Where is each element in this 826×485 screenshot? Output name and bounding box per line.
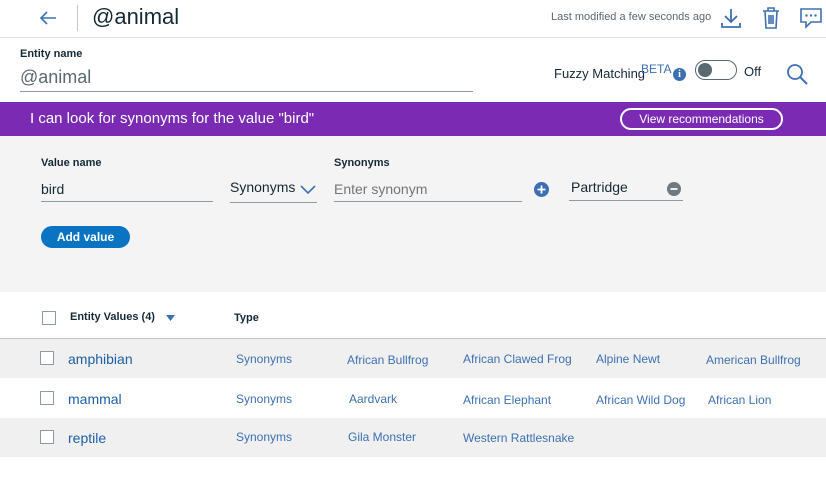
entity-value-type: Synonyms <box>236 430 293 444</box>
download-icon[interactable] <box>718 5 744 31</box>
view-recommendations-button[interactable]: View recommendations <box>620 108 783 130</box>
synonyms-label: Synonyms <box>334 157 390 169</box>
header-divider <box>77 5 78 31</box>
sort-caret-icon[interactable] <box>166 315 175 321</box>
chat-icon[interactable] <box>798 5 824 31</box>
synonym-chip-label: Partridge <box>571 179 628 195</box>
add-value-form: Value name Synonyms Synonyms Partridge A… <box>0 136 826 292</box>
entity-value-type: Synonyms <box>236 352 293 366</box>
entity-values-header[interactable]: Entity Values (4) <box>70 311 155 323</box>
table-header: Entity Values (4) Type <box>0 293 826 339</box>
synonym-value: American Bullfrog <box>706 353 801 367</box>
trash-icon[interactable] <box>758 5 784 31</box>
select-all-checkbox[interactable] <box>42 311 56 325</box>
entity-value-type: Synonyms <box>236 392 293 406</box>
toggle-state-text: Off <box>744 64 762 79</box>
entity-name-label: Entity name <box>20 48 83 60</box>
page-title: @animal <box>92 4 180 29</box>
beta-badge: BETA <box>641 62 672 76</box>
remove-circle-icon[interactable] <box>667 182 681 196</box>
banner-text: I can look for synonyms for the value "b… <box>30 110 315 127</box>
entity-value-name[interactable]: amphibian <box>68 351 133 367</box>
entity-value-name[interactable]: reptile <box>68 430 106 446</box>
synonym-value: Alpine Newt <box>596 352 661 366</box>
synonym-value: Gila Monster <box>348 430 417 444</box>
fuzzy-matching-toggle[interactable] <box>695 60 737 80</box>
top-bar: @animal Last modified a few seconds ago <box>0 0 826 38</box>
type-header: Type <box>234 312 259 324</box>
table-row[interactable]: reptile Synonyms Gila Monster Western Ra… <box>0 418 826 457</box>
table-row[interactable]: amphibian Synonyms African Bullfrog Afri… <box>0 339 826 378</box>
info-icon[interactable]: i <box>673 68 686 81</box>
add-circle-icon[interactable] <box>534 182 549 197</box>
type-select[interactable]: Synonyms <box>230 179 317 203</box>
toggle-knob <box>698 63 712 77</box>
chevron-down-icon <box>300 185 316 195</box>
search-icon[interactable] <box>785 62 809 86</box>
synonym-value: African Elephant <box>463 393 552 407</box>
row-checkbox[interactable] <box>40 351 54 365</box>
table-row[interactable]: mammal Synonyms Aardvark African Elephan… <box>0 379 826 418</box>
last-modified-text: Last modified a few seconds ago <box>551 11 712 23</box>
value-name-label: Value name <box>41 157 102 169</box>
synonym-value: African Wild Dog <box>596 393 686 407</box>
value-name-input[interactable] <box>41 176 213 202</box>
back-arrow-icon[interactable] <box>36 6 60 30</box>
row-checkbox[interactable] <box>40 430 54 444</box>
synonym-chip: Partridge <box>569 179 683 201</box>
synonym-value: African Clawed Frog <box>463 352 572 366</box>
recommendation-banner: I can look for synonyms for the value "b… <box>0 102 826 136</box>
synonym-value: African Bullfrog <box>347 353 429 367</box>
fuzzy-matching-label: Fuzzy Matching <box>554 66 646 81</box>
synonym-value: Western Rattlesnake <box>463 431 575 445</box>
synonym-input[interactable] <box>334 176 522 202</box>
synonym-value: African Lion <box>708 393 772 407</box>
type-select-value: Synonyms <box>230 179 296 195</box>
add-value-button[interactable]: Add value <box>41 226 130 248</box>
synonym-value: Aardvark <box>349 392 398 406</box>
entity-value-name[interactable]: mammal <box>68 391 122 407</box>
row-checkbox[interactable] <box>40 391 54 405</box>
entity-name-input[interactable] <box>20 64 473 92</box>
